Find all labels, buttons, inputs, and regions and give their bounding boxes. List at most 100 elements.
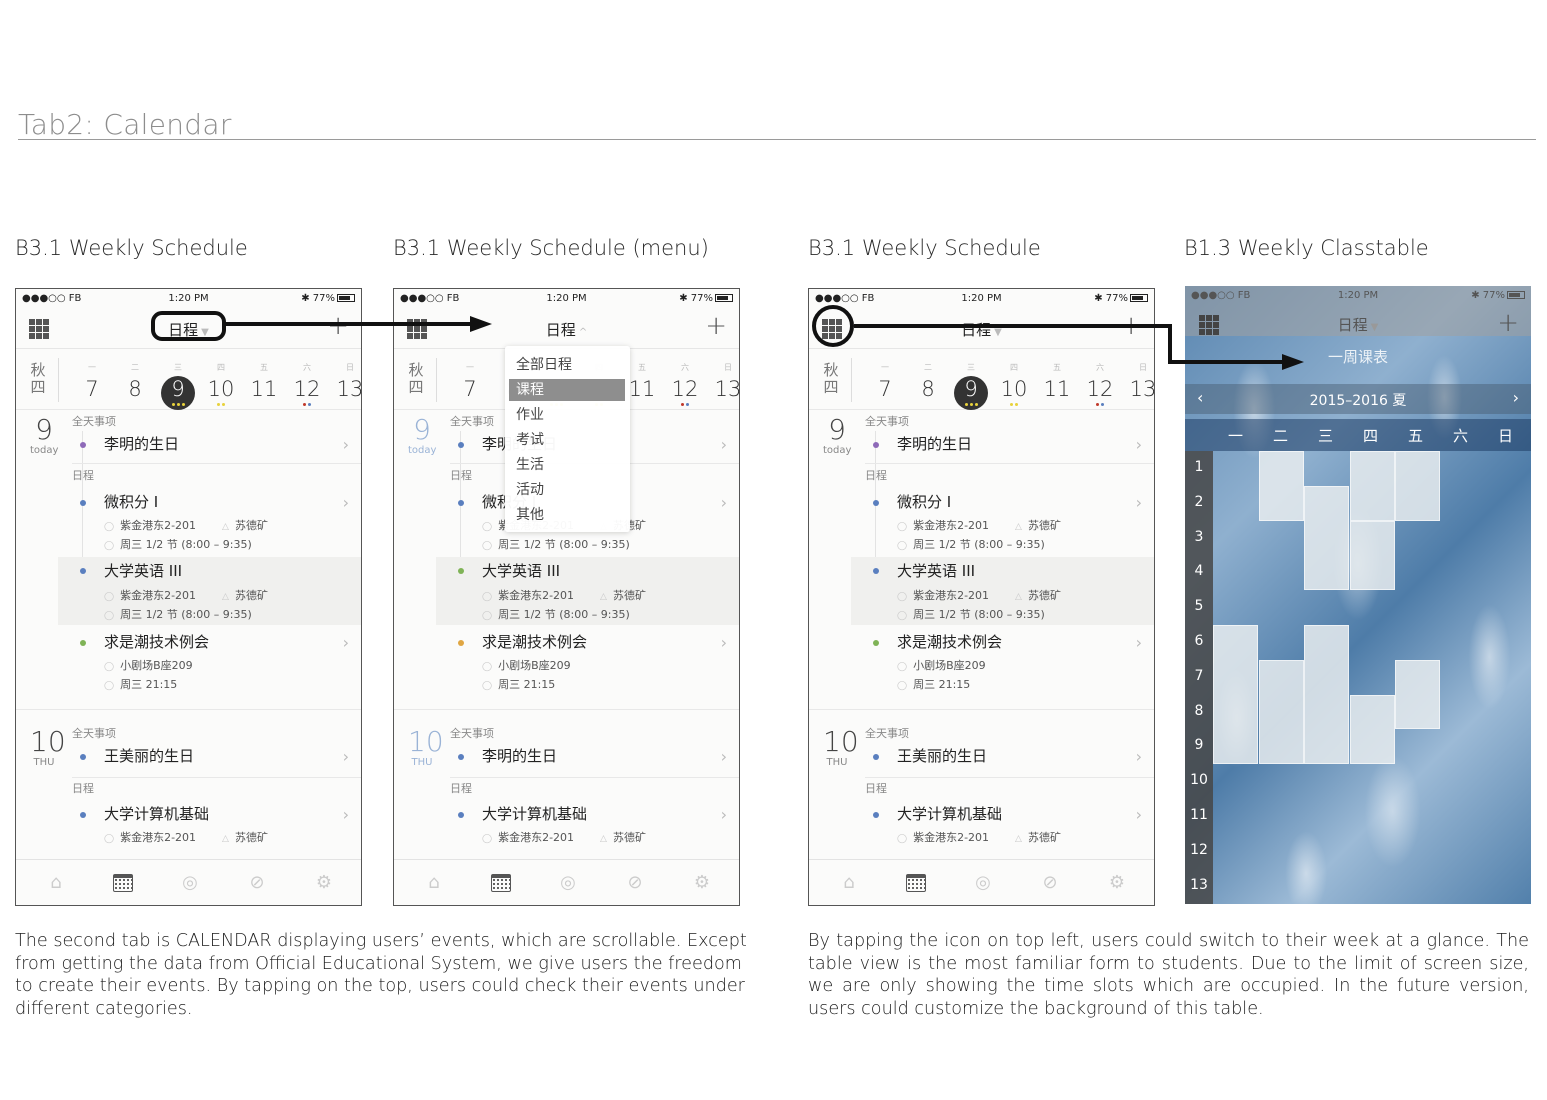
day-13[interactable]: 日 13 [1123,350,1154,409]
day-8[interactable]: 二8 [908,350,948,409]
date-header-10: 10 THU [30,725,66,769]
menu-item-6[interactable]: 其他 [509,504,625,526]
battery-icon [715,294,733,302]
link-tab-icon[interactable]: ⊘ [623,871,647,895]
event-meeting[interactable]: 求是潮技术例会 ◯ 小剧场B座209 ◯ 周三 21:15 › [851,631,1154,695]
day-9-today[interactable]: 三9 [951,350,991,410]
date-header-10: 10 THU [823,725,859,769]
link-tab-icon[interactable]: ⊘ [245,871,269,895]
battery-status: ✱ 77% [679,293,733,304]
compass-tab-icon[interactable]: ◎ [556,871,580,895]
chevron-right-icon: › [342,633,349,652]
event-english[interactable]: 大学英语 III ◯ 紫金港东2-201 △ 苏德矿 ◯ 周三 1/2 节 (8:00 … [851,557,1154,625]
class-slot[interactable] [1213,625,1258,765]
event-birthday[interactable]: 李明的生日 › [58,433,361,463]
event-birthday-2[interactable]: 王美丽的生日 › [58,745,361,775]
status-bar: ●●●○○ FB 1:20 PM ✱ 77% [1185,286,1531,306]
settings-tab-icon[interactable]: ⚙ [312,871,336,895]
event-english[interactable]: 大学英语 III ◯ 紫金港东2-201 △ 苏德矿 ◯ 周三 1/2 节 (8:00 … [58,557,361,625]
calendar-tab-icon[interactable] [111,871,135,895]
menu-item-0[interactable]: 全部日程 [509,354,625,376]
home-tab-icon[interactable]: ⌂ [837,871,861,895]
person-icon: △ [222,522,229,532]
location-icon: ◯ [897,592,908,602]
next-term-icon[interactable]: › [1513,388,1519,407]
settings-tab-icon[interactable]: ⚙ [1105,871,1129,895]
class-slot[interactable] [1349,520,1395,591]
clock-icon: ◯ [897,681,908,691]
term-label: 2015–2016 夏 [1309,393,1407,409]
compass-tab-icon[interactable]: ◎ [178,871,202,895]
period-1: 2 [1194,493,1204,510]
class-slot[interactable] [1395,659,1440,730]
class-slot[interactable] [1349,451,1395,521]
status-bar: ●●●○○ FB 1:20 PM ✱ 77% [394,289,739,309]
chevron-right-icon: › [720,493,727,512]
day-13[interactable]: 日 13 [330,350,361,409]
day-9-today[interactable]: 三9 [158,350,198,410]
settings-tab-icon[interactable]: ⚙ [690,871,714,895]
menu-item-5[interactable]: 活动 [509,479,625,501]
day-7[interactable]: 一7 [865,350,905,409]
date-header-10: 10 THU [408,725,444,769]
add-event-button[interactable]: + [705,313,727,339]
class-slot[interactable] [1395,451,1440,521]
class-slot[interactable] [1304,625,1349,765]
day-10[interactable]: 四10 [201,350,241,409]
week-strip: 秋四 一7 二8 三9 四10 五11 六12 日13 [809,350,1154,410]
day-10[interactable]: 四10 [994,350,1034,409]
chevron-right-icon: › [1135,493,1142,512]
event-list[interactable]: 9today 全天事项 李明的生日 › 日程 微积分 I ◯紫金港东2-201△… [809,411,1154,859]
day-12[interactable]: 六 12 [1080,350,1120,409]
chevron-right-icon: › [1135,805,1142,824]
presentation-page: Tab2: Calendar B3.1 Weekly Schedule B3.1… [0,0,1547,1100]
menu-item-4[interactable]: 生活 [509,454,625,476]
schedule-label-2: 日程 [865,782,887,795]
add-event-button[interactable]: + [327,313,349,339]
event-meeting[interactable]: 求是潮技术例会 ◯ 小剧场B座209 ◯ 周三 21:15 › [58,631,361,695]
battery-percent: 77% [1105,293,1128,304]
class-slot[interactable] [1258,659,1304,765]
event-birthday[interactable]: 李明的生日 › [851,433,1154,463]
allday-label-2: 全天事项 [72,727,116,740]
home-tab-icon[interactable]: ⌂ [422,871,446,895]
semester-divider [851,358,852,402]
date-header-9: 9 today [30,413,59,457]
event-computer[interactable]: 大学计算机基础 ◯ 紫金港东2-201 △ 苏德矿 › [436,803,739,853]
day-12[interactable]: 六 12 [665,350,705,409]
event-computer[interactable]: 大学计算机基础 ◯ 紫金港东2-201 △ 苏德矿 › [58,803,361,853]
person-icon: △ [1015,522,1022,532]
nav-bar: 日程 ^ + [394,309,739,349]
compass-tab-icon[interactable]: ◎ [971,871,995,895]
add-event-button[interactable]: + [1497,308,1519,338]
clock-icon: ◯ [897,611,908,621]
calendar-tab-icon[interactable] [904,871,928,895]
event-list[interactable]: 9today 全天事项 李明的生日 › 日程 微积分 I ◯紫金港东2-201△… [16,411,361,859]
class-slot[interactable] [1304,485,1349,591]
event-computer[interactable]: 大学计算机基础 ◯ 紫金港东2-201 △ 苏德矿 › [851,803,1154,853]
day-11[interactable]: 五 11 [1037,350,1077,409]
event-meeting[interactable]: 求是潮技术例会 ◯ 小剧场B座209 ◯ 周三 21:15 › [436,631,739,695]
link-tab-icon[interactable]: ⊘ [1038,871,1062,895]
calendar-tab-icon[interactable] [489,871,513,895]
day-11[interactable]: 五 11 [244,350,284,409]
period-7: 8 [1194,702,1204,719]
day-12[interactable]: 六 12 [287,350,327,409]
menu-item-3[interactable]: 考试 [509,429,625,451]
event-english[interactable]: 大学英语 III ◯ 紫金港东2-201 △ 苏德矿 ◯ 周三 1/2 节 (8:00 … [436,557,739,625]
event-calculus[interactable]: 微积分 I ◯紫金港东2-201△苏德矿 ◯周三 1/2 节 (8:00 – 9… [58,491,361,555]
screen-label-1: B3.1 Weekly Schedule [15,236,248,260]
event-calculus[interactable]: 微积分 I ◯紫金港东2-201△苏德矿 ◯周三 1/2 节 (8:00 – 9… [851,491,1154,555]
class-slot[interactable] [1349,694,1395,765]
class-slot[interactable] [1258,451,1304,521]
day-8[interactable]: 二8 [115,350,155,409]
day-7[interactable]: 一7 [450,350,490,409]
menu-item-1[interactable]: 课程 [509,379,625,401]
menu-item-2[interactable]: 作业 [509,404,625,426]
day-13[interactable]: 日 13 [708,350,739,409]
event-birthday-2[interactable]: 王美丽的生日 › [851,745,1154,775]
event-birthday-2[interactable]: 李明的生日 › [436,745,739,775]
home-tab-icon[interactable]: ⌂ [44,871,68,895]
category-dropdown-title[interactable]: 日程 ▼ [809,319,1154,340]
day-7[interactable]: 一7 [72,350,112,409]
